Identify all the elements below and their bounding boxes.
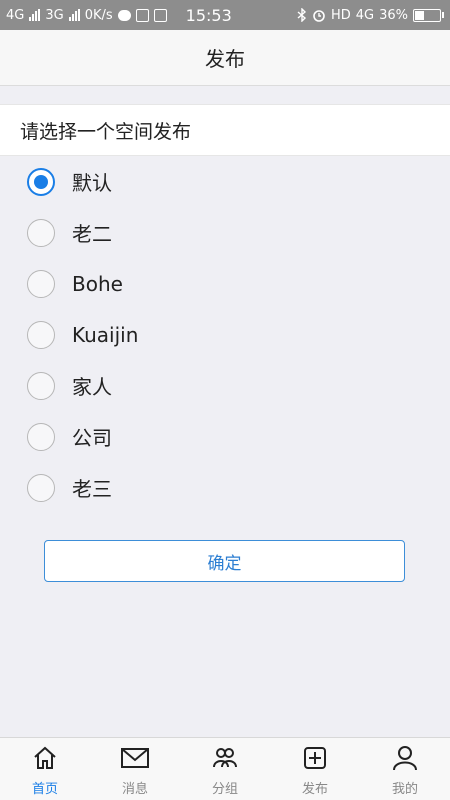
space-option-label: 老二 bbox=[72, 222, 112, 246]
space-option[interactable]: Bohe bbox=[0, 258, 450, 309]
space-option-label: Bohe bbox=[72, 271, 123, 296]
tab-mail[interactable]: 消息 bbox=[90, 738, 180, 800]
radio-unchecked-icon[interactable] bbox=[27, 422, 55, 451]
network-speed: 0K/s bbox=[84, 7, 113, 23]
space-option-label: Kuaijin bbox=[72, 322, 139, 347]
battery-icon bbox=[413, 8, 444, 22]
user-icon bbox=[393, 746, 417, 771]
home-icon bbox=[34, 746, 56, 769]
signal-icon bbox=[68, 9, 80, 21]
section-title: 请选择一个空间发布 bbox=[0, 104, 450, 156]
space-option-label: 默认 bbox=[72, 171, 112, 195]
space-option-label: 老三 bbox=[72, 477, 112, 501]
space-option[interactable]: 默认 bbox=[0, 156, 450, 207]
battery-percent: 36% bbox=[379, 7, 408, 23]
hd-indicator: HD bbox=[330, 7, 351, 23]
radio-unchecked-icon[interactable] bbox=[27, 218, 55, 247]
app-notification-icon bbox=[135, 8, 149, 22]
tab-label: 发布 bbox=[301, 782, 328, 797]
tab-group[interactable]: 分组 bbox=[180, 738, 270, 800]
space-option[interactable]: 家人 bbox=[0, 360, 450, 411]
group-icon bbox=[213, 748, 237, 768]
radio-unchecked-icon[interactable] bbox=[27, 371, 55, 400]
radio-unchecked-icon[interactable] bbox=[27, 269, 55, 298]
signal-icon bbox=[29, 9, 41, 21]
space-option-list: 默认老二 Bohe Kuaijin 家人公司老三 bbox=[0, 156, 450, 513]
tab-user[interactable]: 我的 bbox=[360, 738, 450, 800]
radio-unchecked-icon[interactable] bbox=[27, 320, 55, 349]
radio-checked-icon[interactable] bbox=[27, 167, 55, 196]
network-type-1: 4G bbox=[6, 7, 25, 23]
network-type-2: 3G bbox=[45, 7, 64, 23]
space-option[interactable]: Kuaijin bbox=[0, 309, 450, 360]
tab-label: 分组 bbox=[211, 782, 238, 797]
space-option-label: 公司 bbox=[72, 426, 112, 450]
network-type-3: 4G bbox=[355, 7, 375, 23]
space-option[interactable]: 老二 bbox=[0, 207, 450, 258]
tab-plus-square[interactable]: 发布 bbox=[270, 738, 360, 800]
space-option-label: 家人 bbox=[72, 375, 112, 399]
bottom-tab-bar: 首页 消息 分组 发布 我的 bbox=[0, 737, 450, 800]
tab-home[interactable]: 首页 bbox=[0, 738, 90, 800]
alarm-icon bbox=[313, 10, 325, 22]
page-title: 发布 bbox=[205, 47, 245, 71]
confirm-button[interactable]: 确定 bbox=[44, 540, 405, 582]
status-left: 4G 3G 0K/s 15:53 bbox=[6, 6, 232, 25]
tab-label: 我的 bbox=[391, 782, 418, 797]
app-notification-icon bbox=[153, 8, 167, 22]
clock: 15:53 bbox=[185, 5, 232, 25]
nav-header: 发布 bbox=[0, 30, 450, 86]
tab-label: 消息 bbox=[121, 782, 148, 797]
plus-square-icon bbox=[304, 747, 326, 769]
chat-icon bbox=[117, 9, 131, 21]
space-option[interactable]: 公司 bbox=[0, 411, 450, 462]
mail-icon bbox=[121, 748, 149, 768]
tab-label: 首页 bbox=[31, 782, 58, 797]
status-bar: 4G 3G 0K/s 15:53 HD 4G 36% bbox=[0, 0, 450, 30]
radio-unchecked-icon[interactable] bbox=[27, 473, 55, 502]
space-option[interactable]: 老三 bbox=[0, 462, 450, 513]
bluetooth-icon bbox=[297, 8, 306, 22]
status-right: HD 4G 36% bbox=[297, 8, 444, 23]
